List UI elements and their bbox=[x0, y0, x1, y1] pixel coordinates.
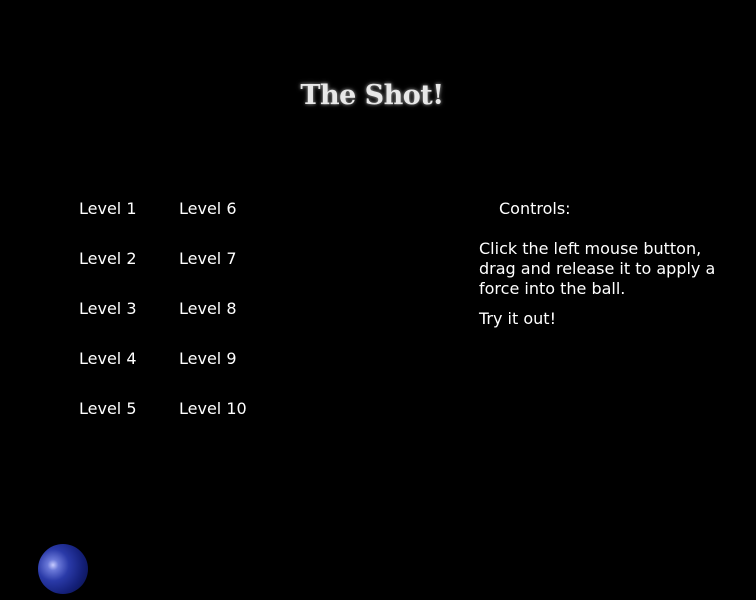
level-6-button[interactable]: Level 6 bbox=[179, 199, 237, 219]
level-2-button[interactable]: Level 2 bbox=[79, 249, 137, 269]
level-3-button[interactable]: Level 3 bbox=[79, 299, 137, 319]
level-7-button[interactable]: Level 7 bbox=[179, 249, 237, 269]
level-5-button[interactable]: Level 5 bbox=[79, 399, 137, 419]
controls-heading: Controls: bbox=[499, 199, 571, 218]
game-title: The Shot! bbox=[300, 80, 444, 111]
level-8-button[interactable]: Level 8 bbox=[179, 299, 237, 319]
level-9-button[interactable]: Level 9 bbox=[179, 349, 237, 369]
level-4-button[interactable]: Level 4 bbox=[79, 349, 137, 369]
ball[interactable] bbox=[38, 544, 88, 594]
level-1-button[interactable]: Level 1 bbox=[79, 199, 137, 219]
controls-try-it: Try it out! bbox=[479, 309, 556, 328]
level-10-button[interactable]: Level 10 bbox=[179, 399, 247, 419]
controls-description: Click the left mouse button, drag and re… bbox=[479, 239, 716, 298]
